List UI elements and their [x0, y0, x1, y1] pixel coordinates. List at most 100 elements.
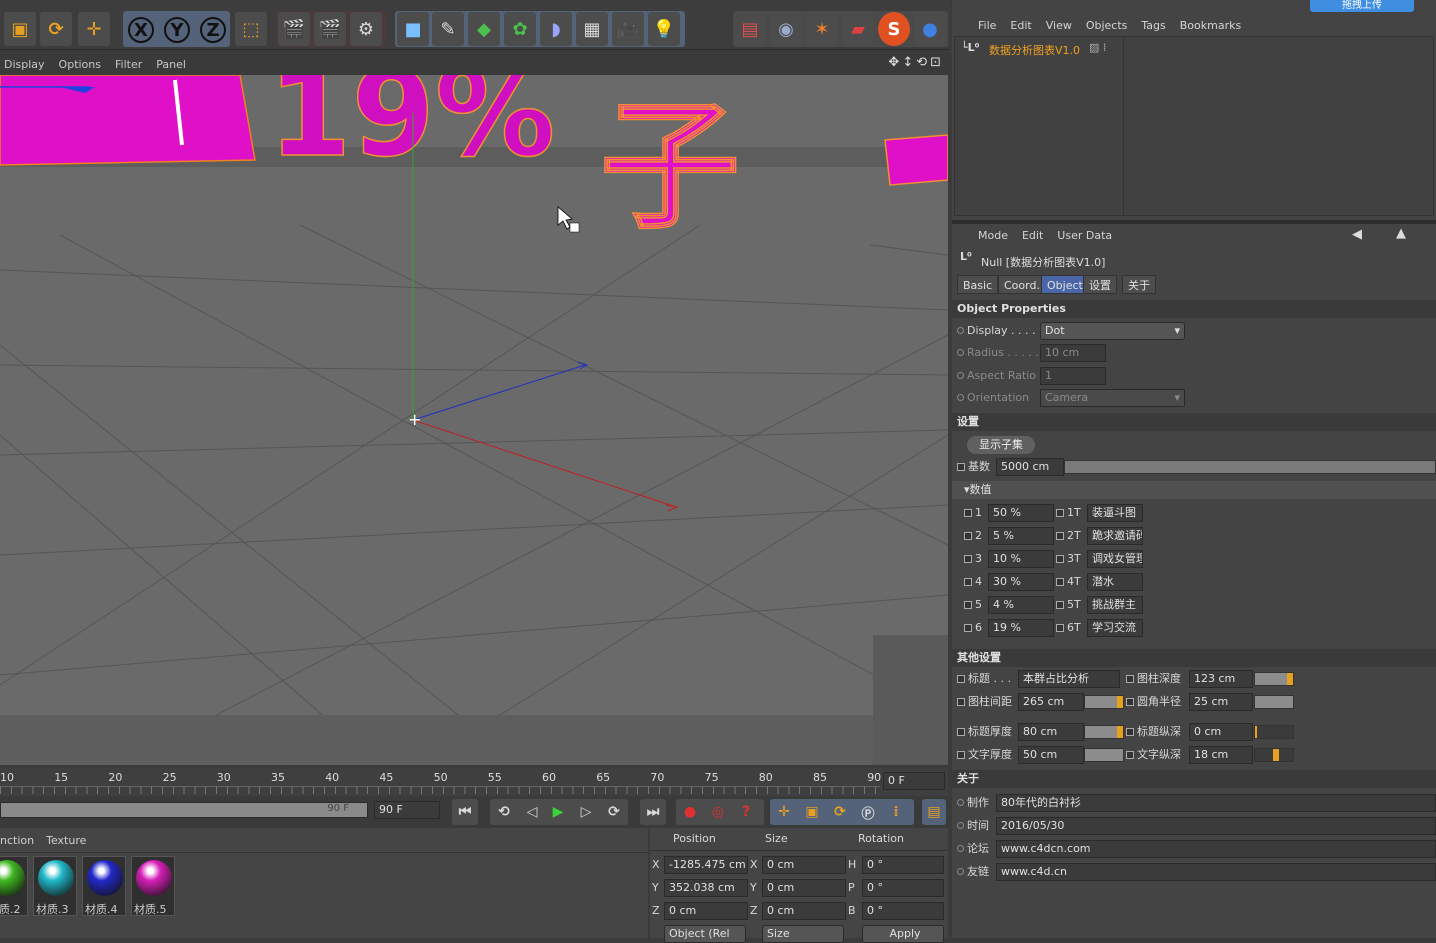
plugin-globe-icon[interactable]: ◉	[770, 12, 802, 46]
back-arrow-icon[interactable]: ◀	[1352, 227, 1362, 242]
tab-about[interactable]: 关于	[1122, 275, 1156, 294]
tab-settings[interactable]: 设置	[1083, 275, 1117, 294]
base-field[interactable]: 5000 cm	[996, 458, 1064, 476]
coord-mode-select[interactable]: Object (Rel	[664, 925, 746, 943]
object-name[interactable]: 数据分析图表V1.0	[989, 42, 1080, 58]
value-field[interactable]: 10 %	[988, 550, 1054, 568]
size-mode-select[interactable]: Size	[762, 925, 844, 943]
tab-basic[interactable]: Basic	[957, 275, 999, 294]
material-swatch[interactable]: 材质.3	[33, 856, 77, 916]
col-gap-slider[interactable]	[1084, 695, 1124, 709]
light-icon[interactable]: 💡	[648, 12, 680, 46]
prev-key-icon[interactable]: ⟲	[492, 799, 516, 825]
title-depth-slider[interactable]	[1254, 725, 1294, 739]
material-swatch[interactable]: 材质.5	[131, 856, 175, 916]
scale-tool-icon[interactable]: ▣	[4, 12, 36, 46]
array-icon[interactable]: ✿	[504, 12, 536, 46]
render-settings-icon[interactable]: ⚙	[350, 12, 382, 46]
tab-coord[interactable]: Coord.	[998, 275, 1046, 294]
goto-start-icon[interactable]: ⏮	[452, 799, 478, 825]
plugin-clapper-icon[interactable]: ▰	[842, 12, 874, 46]
about-field[interactable]: www.c4dcn.com	[996, 840, 1436, 858]
key-param-icon[interactable]: Ⓟ	[856, 799, 880, 825]
floor-icon[interactable]: ▦	[576, 12, 608, 46]
menu-function[interactable]: nction	[0, 834, 34, 847]
object-tree[interactable]: └L⁰ 数据分析图表V1.0 ▨ ⁞	[954, 36, 1434, 216]
value-name-field[interactable]: 学习交流	[1087, 619, 1143, 637]
tab-object[interactable]: Object	[1041, 275, 1089, 294]
value-name-field[interactable]: 跪求邀请码	[1087, 527, 1143, 545]
end-frame-field[interactable]: 90 F	[374, 801, 440, 819]
text-depth-field[interactable]: 18 cm	[1189, 746, 1253, 764]
plugin-balls-icon[interactable]: ●	[914, 12, 946, 46]
visibility-icon[interactable]: ▨ ⁞	[1089, 41, 1106, 54]
size-field[interactable]: 0 cm	[762, 856, 846, 874]
move-tool-icon[interactable]: ✛	[78, 12, 110, 46]
about-field[interactable]: 80年代的白衬衫	[996, 794, 1436, 812]
text-thickness-field[interactable]: 50 cm	[1018, 746, 1084, 764]
show-children-button[interactable]: 显示子集	[967, 436, 1035, 454]
value-field[interactable]: 30 %	[988, 573, 1054, 591]
round-field[interactable]: 25 cm	[1189, 693, 1253, 711]
record-key-icon[interactable]: ●	[678, 799, 702, 825]
3d-viewport[interactable]: 19% 子 +	[0, 75, 948, 765]
menu-file[interactable]: File	[978, 19, 996, 32]
timeline-ruler[interactable]: 10 15 20 25 30 35 40 45 50 55 60 65 70 75 80 85 90 0 F	[0, 768, 948, 796]
key-rotation-icon[interactable]: ⟳	[828, 799, 852, 825]
value-field[interactable]: 19 %	[988, 619, 1054, 637]
camera-icon[interactable]: 🎥	[612, 12, 644, 46]
keyframe-selection-icon[interactable]: ?	[734, 799, 758, 825]
menu-texture[interactable]: Texture	[46, 834, 86, 847]
cube-icon[interactable]: ■	[397, 12, 429, 46]
spline-pen-icon[interactable]: ✎	[432, 12, 464, 46]
autokey-icon[interactable]: ◎	[706, 799, 730, 825]
menu-objects[interactable]: Objects	[1086, 19, 1128, 32]
deformer-icon[interactable]: ◗	[540, 12, 572, 46]
value-field[interactable]: 50 %	[988, 504, 1054, 522]
key-position-icon[interactable]: ✛	[772, 799, 796, 825]
key-scale-icon[interactable]: ▣	[800, 799, 824, 825]
value-name-field[interactable]: 调戏女管理	[1087, 550, 1143, 568]
key-pla-icon[interactable]: ⁞	[884, 799, 908, 825]
position-field[interactable]: 0 cm	[664, 902, 748, 920]
material-swatch[interactable]: 材质.4	[82, 856, 126, 916]
frame-range-slider[interactable]: 90 F	[0, 802, 368, 818]
x-axis-icon[interactable]: X	[125, 13, 157, 47]
render-view-icon[interactable]: 🎬	[278, 12, 310, 46]
col-gap-field[interactable]: 265 cm	[1018, 693, 1084, 711]
render-picture-icon[interactable]: 🎬	[314, 12, 346, 46]
about-field[interactable]: 2016/05/30	[996, 817, 1436, 835]
round-slider[interactable]	[1254, 695, 1294, 709]
apply-button[interactable]: Apply	[862, 925, 944, 943]
about-field[interactable]: www.c4d.cn	[996, 863, 1436, 881]
text-depth-slider[interactable]	[1254, 748, 1294, 762]
size-field[interactable]: 0 cm	[762, 902, 846, 920]
base-slider[interactable]	[1064, 460, 1436, 474]
play-icon[interactable]: ▶	[546, 799, 570, 825]
title-thickness-field[interactable]: 80 cm	[1018, 723, 1084, 741]
section-values[interactable]: ▾数值	[952, 481, 1436, 499]
plugin-explode-icon[interactable]: ✶	[806, 12, 838, 46]
menu-bookmarks[interactable]: Bookmarks	[1180, 19, 1241, 32]
display-select[interactable]: Dot ▾	[1040, 322, 1185, 340]
menu-mode[interactable]: Mode	[978, 229, 1008, 242]
text-thickness-slider[interactable]	[1084, 748, 1124, 762]
value-field[interactable]: 4 %	[988, 596, 1054, 614]
prev-frame-icon[interactable]: ◁	[520, 799, 544, 825]
z-axis-icon[interactable]: Z	[197, 13, 229, 47]
plugin-s-icon[interactable]: S	[878, 12, 910, 46]
menu-user-data[interactable]: User Data	[1057, 229, 1112, 242]
title-field[interactable]: 本群占比分析	[1018, 670, 1120, 688]
value-name-field[interactable]: 装逼斗图	[1087, 504, 1143, 522]
menu-tags[interactable]: Tags	[1141, 19, 1165, 32]
current-frame-field[interactable]: 0 F	[883, 772, 945, 790]
menu-display[interactable]: Display	[4, 58, 45, 71]
menu-filter[interactable]: Filter	[115, 58, 142, 71]
rotation-field[interactable]: 0 °	[862, 879, 944, 897]
size-field[interactable]: 0 cm	[762, 879, 846, 897]
viewport-nav-icons[interactable]: ✥↕⟲⊡	[888, 55, 944, 70]
position-field[interactable]: 352.038 cm	[664, 879, 748, 897]
rotation-field[interactable]: 0 °	[862, 902, 944, 920]
goto-end-icon[interactable]: ⏭	[640, 799, 666, 825]
col-depth-field[interactable]: 123 cm	[1189, 670, 1253, 688]
